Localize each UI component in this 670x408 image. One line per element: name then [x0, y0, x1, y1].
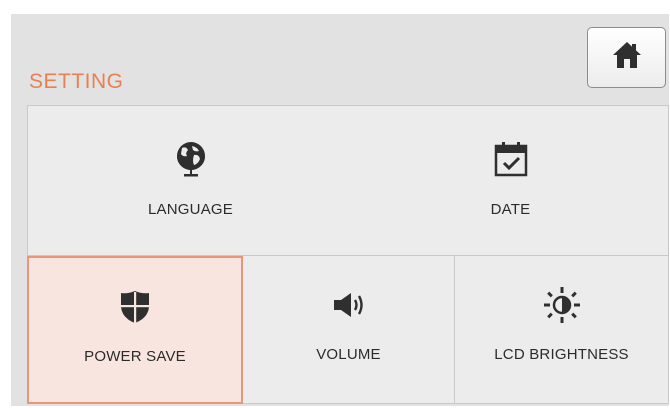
home-button[interactable]: [587, 27, 666, 88]
lcd-brightness-tile[interactable]: LCD BRIGHTNESS: [455, 256, 669, 404]
home-icon: [612, 41, 642, 74]
date-tile[interactable]: DATE: [353, 105, 669, 256]
globe-icon: [172, 140, 210, 178]
page-title: SETTING: [29, 70, 124, 93]
date-label: DATE: [490, 201, 531, 218]
calendar-check-icon: [494, 140, 528, 178]
lcd-brightness-label: LCD BRIGHTNESS: [494, 346, 629, 363]
power-save-tile[interactable]: POWER SAVE: [27, 256, 243, 404]
speaker-icon: [332, 286, 366, 324]
power-save-label: POWER SAVE: [84, 348, 186, 365]
language-label: LANGUAGE: [148, 201, 233, 218]
volume-tile[interactable]: VOLUME: [243, 256, 455, 404]
language-tile[interactable]: LANGUAGE: [27, 105, 354, 256]
volume-label: VOLUME: [316, 346, 381, 363]
brightness-icon: [543, 286, 581, 324]
settings-screen: SETTING LANGUAGE DATE POWER SAVE VOLUME …: [11, 14, 669, 406]
shield-icon: [120, 288, 150, 326]
